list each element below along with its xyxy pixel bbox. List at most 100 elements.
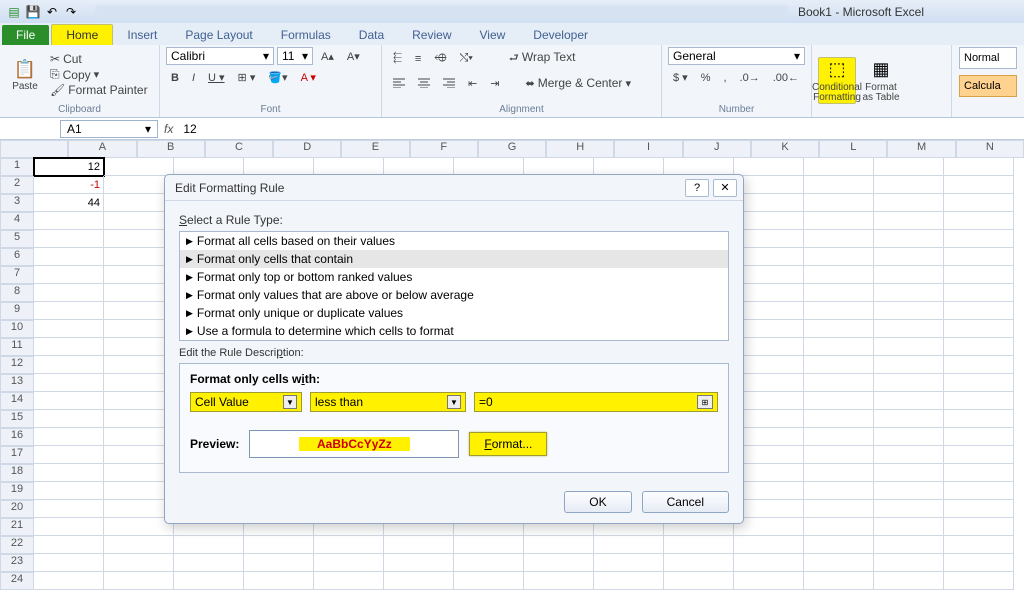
font-size-select[interactable]: 11▾ xyxy=(277,47,313,65)
cell[interactable] xyxy=(524,554,594,572)
cell[interactable] xyxy=(734,446,804,464)
format-button[interactable]: Format... xyxy=(469,432,547,456)
cell[interactable] xyxy=(874,284,944,302)
cell[interactable] xyxy=(664,536,734,554)
format-painter-button[interactable]: 🖌Format Painter xyxy=(50,83,148,97)
align-right-button[interactable] xyxy=(438,76,460,90)
percent-button[interactable]: % xyxy=(696,70,716,86)
cell[interactable] xyxy=(944,248,1014,266)
cell[interactable] xyxy=(454,536,524,554)
number-format-select[interactable]: General▾ xyxy=(668,47,805,65)
cell[interactable] xyxy=(454,572,524,590)
underline-button[interactable]: U ▾ xyxy=(203,69,230,86)
formula-input[interactable]: 12 xyxy=(177,122,1024,136)
tab-insert[interactable]: Insert xyxy=(113,25,171,45)
col-header[interactable]: L xyxy=(819,140,887,158)
cell[interactable] xyxy=(734,482,804,500)
col-header[interactable]: N xyxy=(956,140,1024,158)
cell[interactable] xyxy=(944,518,1014,536)
row-header[interactable]: 15 xyxy=(0,410,34,428)
row-header[interactable]: 7 xyxy=(0,266,34,284)
cell[interactable] xyxy=(874,230,944,248)
cell[interactable] xyxy=(874,248,944,266)
cell[interactable] xyxy=(804,572,874,590)
align-bottom-button[interactable]: ⬲ xyxy=(429,50,451,67)
decrease-indent-button[interactable]: ⇤ xyxy=(463,75,482,92)
row-header[interactable]: 23 xyxy=(0,554,34,572)
col-header[interactable]: M xyxy=(887,140,955,158)
row-header[interactable]: 4 xyxy=(0,212,34,230)
merge-center-button[interactable]: ⬌ Merge & Center ▾ xyxy=(520,74,636,92)
format-as-table-button[interactable]: ▦ Format as Table xyxy=(862,58,900,103)
undo-icon[interactable]: ↶ xyxy=(44,4,60,20)
align-top-button[interactable]: ⬱ xyxy=(388,50,407,67)
cell[interactable] xyxy=(874,536,944,554)
cell[interactable] xyxy=(944,320,1014,338)
row-header[interactable]: 12 xyxy=(0,356,34,374)
cell[interactable] xyxy=(804,266,874,284)
cell[interactable] xyxy=(594,554,664,572)
rule-type-item[interactable]: ▶Format all cells based on their values xyxy=(180,232,728,250)
cell[interactable] xyxy=(734,320,804,338)
cell[interactable] xyxy=(874,554,944,572)
tab-developer[interactable]: Developer xyxy=(519,25,602,45)
range-select-icon[interactable]: ⊞ xyxy=(697,395,713,409)
cell[interactable] xyxy=(594,536,664,554)
font-name-select[interactable]: Calibri▾ xyxy=(166,47,274,65)
paste-button[interactable]: 📋 Paste xyxy=(6,57,44,92)
row-header[interactable]: 20 xyxy=(0,500,34,518)
tab-home[interactable]: Home xyxy=(51,24,113,45)
cell[interactable] xyxy=(734,554,804,572)
cell[interactable] xyxy=(384,554,454,572)
cell[interactable] xyxy=(34,338,104,356)
align-center-button[interactable] xyxy=(413,76,435,90)
tab-view[interactable]: View xyxy=(466,25,520,45)
cell[interactable] xyxy=(314,536,384,554)
tab-data[interactable]: Data xyxy=(345,25,398,45)
row-header[interactable]: 6 xyxy=(0,248,34,266)
wrap-text-button[interactable]: ⮐ Wrap Text xyxy=(504,47,581,70)
cell[interactable] xyxy=(874,410,944,428)
cell[interactable] xyxy=(734,464,804,482)
style-normal[interactable]: Normal xyxy=(959,47,1017,69)
cell[interactable] xyxy=(944,554,1014,572)
cell[interactable] xyxy=(244,554,314,572)
cell[interactable] xyxy=(244,536,314,554)
col-header[interactable]: F xyxy=(410,140,478,158)
cell[interactable] xyxy=(734,230,804,248)
cell[interactable] xyxy=(874,500,944,518)
cell[interactable] xyxy=(804,194,874,212)
cell[interactable] xyxy=(804,410,874,428)
name-box[interactable]: A1▾ xyxy=(60,120,158,138)
cell[interactable] xyxy=(804,230,874,248)
cell[interactable] xyxy=(874,266,944,284)
conditional-formatting-button[interactable]: ⬚ Conditional Formatting xyxy=(818,57,856,104)
cell[interactable] xyxy=(34,410,104,428)
cell[interactable] xyxy=(734,194,804,212)
row-header[interactable]: 8 xyxy=(0,284,34,302)
cell[interactable] xyxy=(34,374,104,392)
cell[interactable] xyxy=(34,230,104,248)
cell[interactable] xyxy=(34,572,104,590)
close-button[interactable]: ✕ xyxy=(713,179,737,197)
cell[interactable] xyxy=(804,554,874,572)
rule-type-item[interactable]: ▶Format only cells that contain xyxy=(180,250,728,268)
currency-button[interactable]: $ ▾ xyxy=(668,69,693,86)
cell[interactable] xyxy=(734,266,804,284)
cell[interactable] xyxy=(34,482,104,500)
cell[interactable] xyxy=(34,356,104,374)
cell[interactable] xyxy=(804,248,874,266)
cell[interactable] xyxy=(734,374,804,392)
cell[interactable] xyxy=(804,158,874,176)
row-header[interactable]: 13 xyxy=(0,374,34,392)
grow-font-button[interactable]: A▴ xyxy=(316,48,339,65)
cell[interactable] xyxy=(804,464,874,482)
copy-button[interactable]: ⎘Copy ▾ xyxy=(50,67,148,82)
row-header[interactable]: 11 xyxy=(0,338,34,356)
cell[interactable] xyxy=(734,536,804,554)
tab-review[interactable]: Review xyxy=(398,25,465,45)
cell[interactable] xyxy=(174,554,244,572)
cell[interactable] xyxy=(944,374,1014,392)
cell[interactable] xyxy=(734,212,804,230)
cell[interactable] xyxy=(34,518,104,536)
